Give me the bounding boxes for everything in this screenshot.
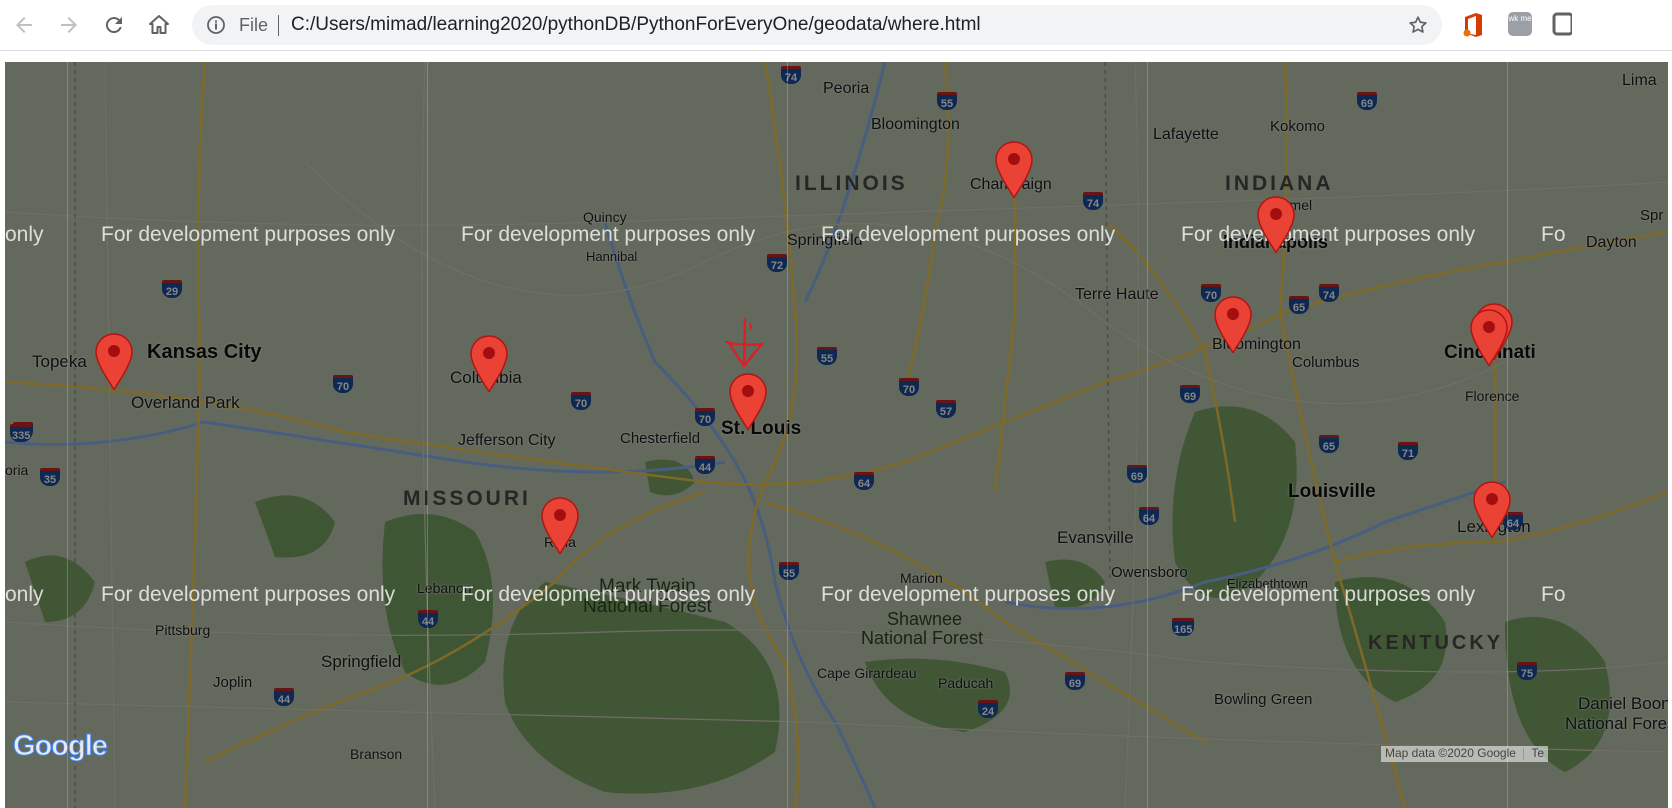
- map-pin-icon: [541, 497, 579, 555]
- dev-watermark: For development purposes only: [821, 223, 1116, 246]
- dev-watermark: For development purposes only: [101, 583, 396, 606]
- map-marker[interactable]: [994, 140, 1034, 200]
- hand-drawn-arrow-annotation: [724, 317, 764, 368]
- tile-seam: [1147, 62, 1148, 808]
- map-marker[interactable]: [728, 372, 768, 432]
- map-marker[interactable]: [1213, 295, 1253, 355]
- map-marker[interactable]: [94, 332, 134, 392]
- office-extension-button[interactable]: [1462, 12, 1484, 43]
- map-pin-icon: [995, 141, 1033, 199]
- forward-button[interactable]: [53, 9, 85, 41]
- info-icon[interactable]: [206, 15, 226, 35]
- map-marker[interactable]: [1256, 195, 1296, 255]
- map-pin-icon: [95, 333, 133, 391]
- map-pin-icon: [729, 373, 767, 431]
- file-scheme-label: File: [239, 15, 269, 35]
- map-marker[interactable]: [1469, 308, 1509, 368]
- walkme-extension-button[interactable]: wk me: [1508, 12, 1532, 36]
- google-logo-text: Google: [13, 730, 109, 763]
- office-icon: [1463, 13, 1482, 37]
- map-pin-icon: [1214, 296, 1252, 354]
- attribution-text: Map data ©2020 Google: [1385, 746, 1516, 760]
- extension-overflow-button[interactable]: [1552, 12, 1574, 41]
- map-pin-icon: [1257, 196, 1295, 254]
- reload-icon: [105, 17, 122, 34]
- dev-watermark: For development purposes only: [461, 223, 756, 246]
- tile-seam: [427, 62, 428, 808]
- dev-watermark: only: [5, 223, 44, 246]
- attribution-separator: [1523, 747, 1525, 760]
- google-logo[interactable]: Google: [13, 730, 109, 763]
- tile-seam: [787, 62, 788, 808]
- walkme-label: wk me: [1508, 14, 1532, 23]
- dev-watermark: For development purposes only: [1181, 583, 1476, 606]
- terms-link[interactable]: Te: [1531, 746, 1544, 760]
- url-text[interactable]: C:/Users/mimad/learning2020/pythonDB/Pyt…: [291, 14, 981, 36]
- tile-seam: [67, 62, 68, 808]
- dev-mode-overlay: [5, 62, 1668, 808]
- back-button[interactable]: [8, 9, 40, 41]
- dev-watermark: Fo: [1541, 223, 1566, 246]
- star-icon[interactable]: [1407, 14, 1429, 36]
- omnibox-separator: [278, 15, 279, 36]
- map-marker[interactable]: [469, 334, 509, 394]
- dev-watermark: For development purposes only: [1181, 223, 1476, 246]
- map-pin-icon: [1473, 481, 1511, 539]
- arrow-left-icon: [16, 17, 32, 33]
- address-bar[interactable]: File C:/Users/mimad/learning2020/pythonD…: [192, 5, 1442, 45]
- google-map[interactable]: PeoriaBloomingtonLafayetteKokomoLimaCham…: [5, 62, 1668, 808]
- home-icon: [149, 15, 169, 34]
- dev-watermark: For development purposes only: [461, 583, 756, 606]
- map-attribution[interactable]: Map data ©2020 Google Te: [1381, 746, 1549, 762]
- home-button[interactable]: [143, 9, 175, 41]
- walkme-icon: wk me: [1508, 12, 1532, 36]
- map-marker[interactable]: [1472, 480, 1512, 540]
- browser-toolbar: File C:/Users/mimad/learning2020/pythonD…: [0, 0, 1672, 51]
- map-marker[interactable]: [540, 496, 580, 556]
- dev-watermark: For development purposes only: [821, 583, 1116, 606]
- dev-watermark: only: [5, 583, 44, 606]
- arrow-right-icon: [61, 17, 77, 33]
- dev-watermark: Fo: [1541, 583, 1566, 606]
- tile-seam: [1507, 62, 1508, 808]
- map-pin-icon: [1470, 309, 1508, 367]
- reload-button[interactable]: [98, 9, 130, 41]
- dev-watermark: For development purposes only: [101, 223, 396, 246]
- map-pin-icon: [470, 335, 508, 393]
- window-icon: [1552, 12, 1574, 36]
